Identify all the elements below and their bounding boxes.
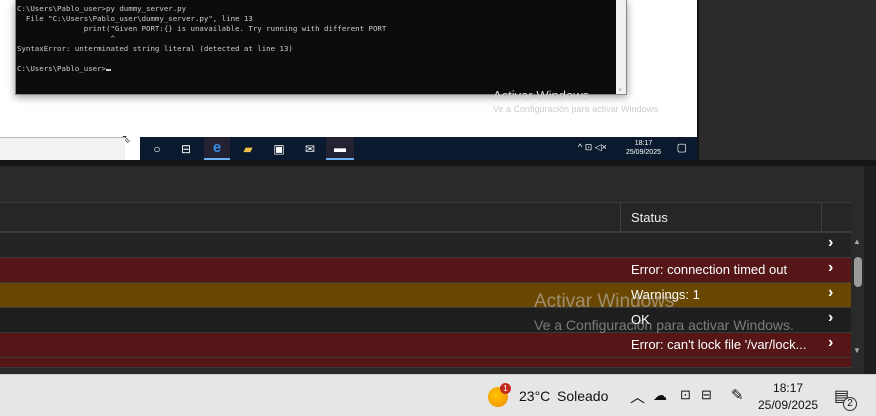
- remote-taskbar: ○ ⊟ e ▰ ▣ ✉ ▬ ^ ⊡ ◁× 18:17 25/09/2025 ▢: [140, 137, 697, 160]
- remote-time: 18:17: [634, 140, 653, 147]
- temperature[interactable]: 23°C: [519, 388, 550, 404]
- time: 18:17: [773, 381, 804, 395]
- scroll-up-icon[interactable]: ▲: [853, 237, 861, 246]
- task-view-icon[interactable]: ⊟: [173, 137, 199, 160]
- remote-desktop-side: [697, 0, 876, 160]
- terminal-line: SyntaxError: unterminated string literal…: [17, 44, 293, 53]
- remote-date: 25/09/2025: [625, 149, 661, 156]
- mail-icon[interactable]: ✉: [297, 137, 323, 160]
- cortana-icon[interactable]: ○: [144, 137, 170, 160]
- chevron-right-icon[interactable]: ›: [828, 259, 833, 277]
- camera-icon[interactable]: ⊡: [680, 387, 691, 403]
- table-row[interactable]: Error: connection timed out ›: [0, 258, 851, 283]
- row-status: Error: can't lock file '/var/lock...: [631, 337, 807, 352]
- row-status: Error: connection timed out: [631, 262, 788, 277]
- onedrive-offline-icon[interactable]: ☁: [653, 387, 667, 404]
- table-header: Status: [0, 202, 851, 233]
- scroll-down-icon[interactable]: ▼: [853, 346, 861, 355]
- remote-clock[interactable]: 18:17 25/09/2025: [626, 139, 661, 157]
- column-status[interactable]: Status: [620, 203, 821, 232]
- watermark-subtitle-small: Ve a Configuración para activar Windows.: [493, 104, 661, 114]
- tray-icons[interactable]: ^ ⊡ ◁×: [578, 142, 607, 153]
- chevron-right-icon[interactable]: ›: [828, 334, 833, 352]
- action-center-icon[interactable]: ▢: [677, 141, 687, 154]
- table-row[interactable]: [0, 358, 851, 368]
- chevron-right-icon[interactable]: ›: [828, 284, 833, 302]
- weather-badge: 1: [500, 383, 511, 394]
- notification-count: 2: [843, 397, 857, 411]
- table-row[interactable]: ›: [0, 233, 851, 258]
- table-row[interactable]: Warnings: 1 ›: [0, 283, 851, 308]
- table-row[interactable]: Error: can't lock file '/var/lock... ›: [0, 333, 851, 358]
- pen-icon[interactable]: ✎: [731, 386, 744, 404]
- remote-window-strip: [0, 137, 125, 160]
- taskbar: 1 23°C Soleado ︿ ☁ ⊡ ⊟ ✎ 18:17 25/09/2025…: [0, 374, 876, 416]
- cursor: [106, 69, 111, 71]
- edge-icon[interactable]: e: [204, 137, 230, 160]
- terminal-scrollbar[interactable]: ⌄: [616, 0, 626, 94]
- network-icon[interactable]: ⊟: [701, 387, 712, 403]
- terminal-prompt: C:\Users\Pablo_user>: [17, 64, 106, 73]
- scrollbar[interactable]: ▲ ▼: [851, 233, 864, 360]
- scrollbar-thumb[interactable]: [854, 257, 862, 287]
- terminal-line: File "C:\Users\Pablo_user\dummy_server.p…: [17, 14, 253, 23]
- weather-condition[interactable]: Soleado: [557, 388, 608, 404]
- clock[interactable]: 18:17 25/09/2025: [758, 380, 818, 414]
- column-action: [821, 203, 851, 232]
- terminal-line: ^: [17, 34, 115, 43]
- terminal-line: C:\Users\Pablo_user>py dummy_server.py: [17, 4, 187, 13]
- chevron-right-icon[interactable]: ›: [828, 234, 833, 252]
- cmd-icon[interactable]: ▬: [326, 137, 354, 160]
- file-explorer-icon[interactable]: ▰: [235, 137, 261, 160]
- watermark-title: Activar Windows: [534, 291, 675, 312]
- store-icon[interactable]: ▣: [266, 137, 292, 160]
- watermark-subtitle: Ve a Configuración para activar Windows.: [534, 317, 794, 333]
- date: 25/09/2025: [758, 398, 819, 412]
- chevron-up-icon[interactable]: ︿: [630, 386, 645, 407]
- watermark-title-small: Activar Windows: [493, 88, 590, 103]
- terminal-window[interactable]: C:\Users\Pablo_user>py dummy_server.py F…: [15, 0, 627, 95]
- terminal-line: print("Given PORT:{} is unavailable. Try…: [17, 24, 387, 33]
- chevron-right-icon[interactable]: ›: [828, 309, 833, 327]
